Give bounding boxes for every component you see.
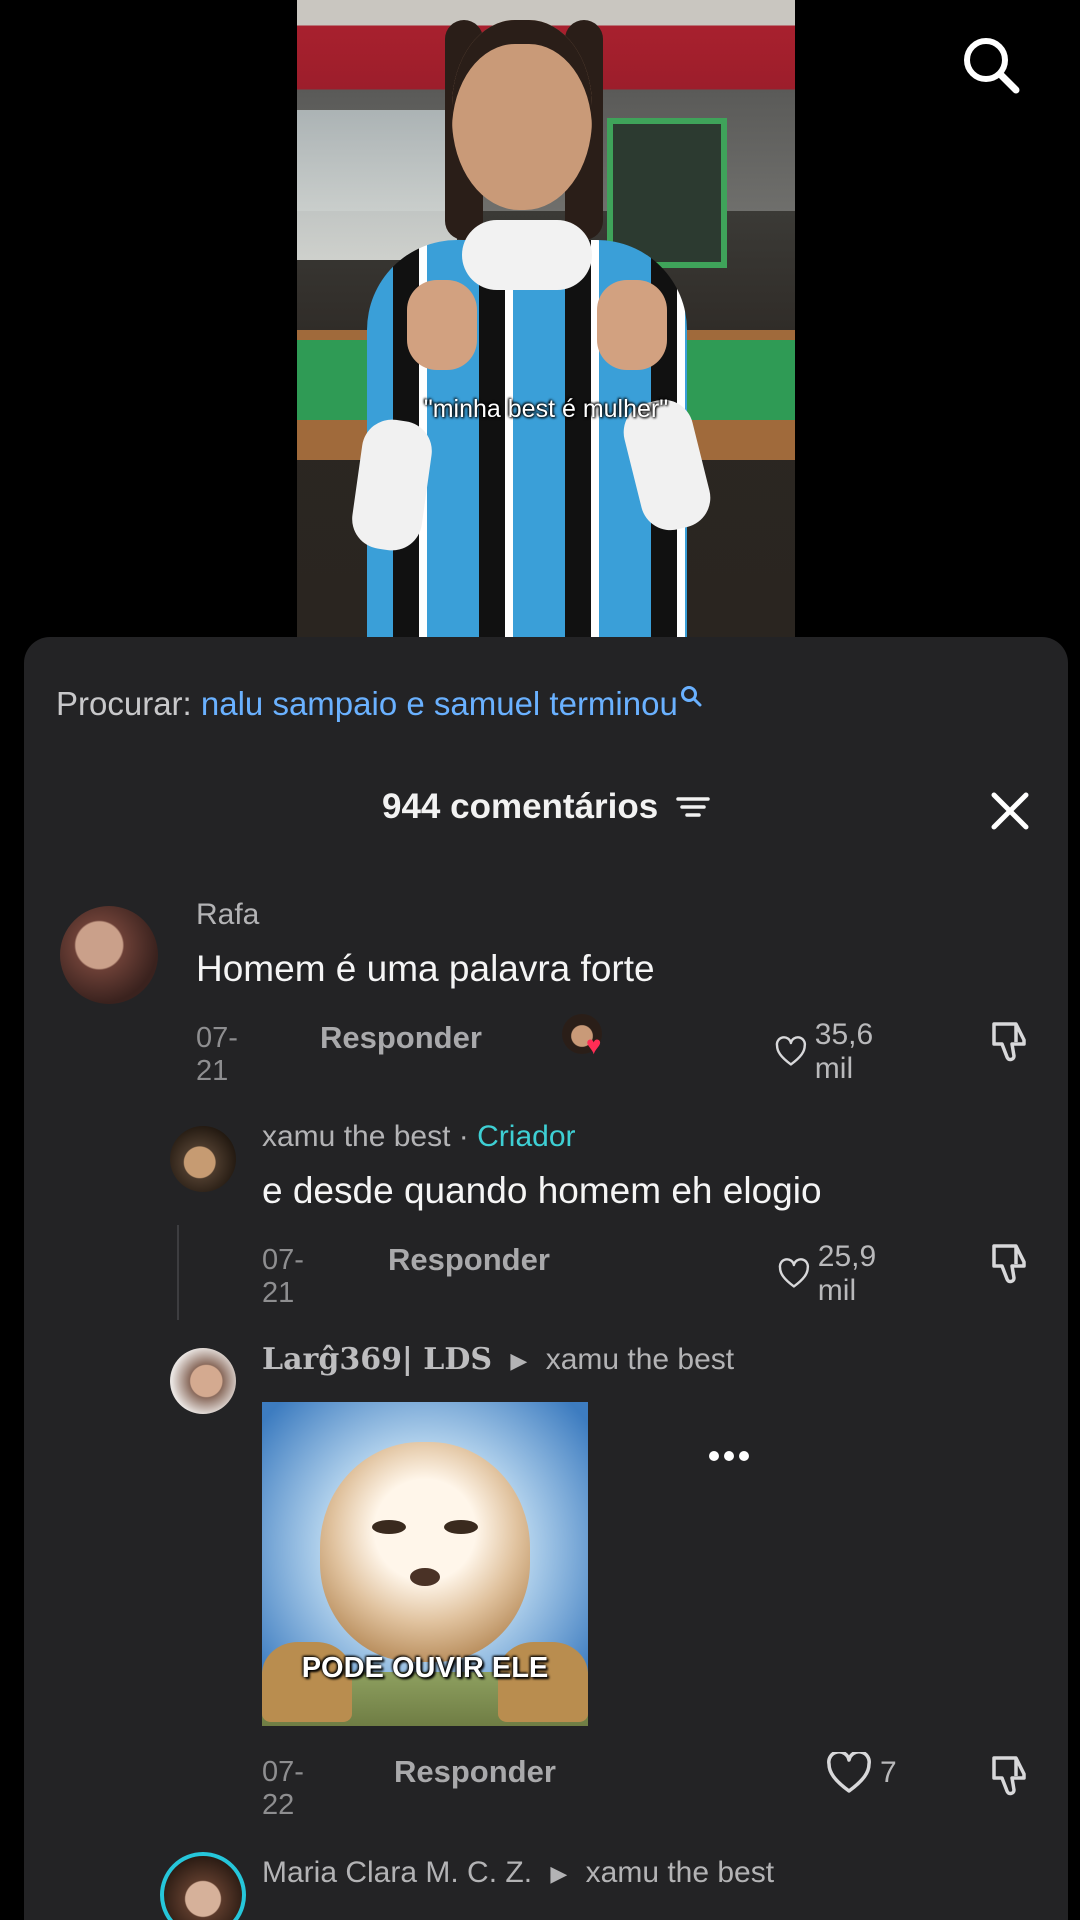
comment-text: Homem é uma palavra forte [196,948,655,989]
video-player[interactable]: "minha best é mulher" [0,0,1080,660]
comment-text: e desde quando homem eh elogio [262,1170,822,1211]
reply-button[interactable]: Responder [388,1242,550,1278]
comment-date: 07-22 [262,1756,304,1821]
search-icon[interactable] [958,32,1024,98]
video-person-fist-left [407,280,477,370]
video-background-window [297,110,457,260]
like-count: 7 [880,1756,897,1789]
heart-outline-icon [778,1258,810,1288]
video-person-collar [462,220,592,290]
reply-arrow-icon: ▶ [550,1861,568,1887]
reply-button[interactable]: Responder [320,1020,482,1056]
video-person-fist-right [597,280,667,370]
search-small-icon [680,686,702,707]
heart-icon: ♥ [586,1030,602,1060]
video-caption: "minha best é mulher" [423,395,669,423]
avatar[interactable] [170,1348,236,1414]
avatar[interactable] [60,906,158,1004]
comment-username[interactable]: Maria Clara M. C. Z. [262,1856,532,1889]
like-count: 35,6 mil [814,1018,874,1085]
comment-sticker[interactable]: PODE OUVIR ELE [262,1402,588,1726]
reply-thread-line [177,1225,179,1320]
search-suggestion-prefix: Procurar: [56,685,192,722]
close-icon[interactable] [986,787,1034,835]
reply-to-username[interactable]: xamu the best [546,1343,734,1376]
avatar[interactable] [170,1126,236,1192]
like-button[interactable]: 7 [826,1752,897,1794]
search-suggestion-query[interactable]: nalu sampaio e samuel terminou [201,685,678,722]
reply-arrow-icon: ▶ [510,1348,528,1374]
comment-date: 07-21 [196,1022,238,1087]
comment-date: 07-21 [262,1244,304,1309]
comment-count-header: 944 comentários [24,787,1068,829]
dislike-icon[interactable] [986,1752,1032,1798]
heart-outline-icon [775,1036,807,1066]
comment-username-row: Maria Clara M. C. Z. ▶ xamu the best [262,1856,774,1890]
comment-username[interactable]: Rafa [196,898,259,932]
creator-liked-badge: ♥ [562,1014,608,1060]
comment-username-row: xamu the best · Criador [262,1120,576,1154]
dislike-icon[interactable] [986,1018,1032,1064]
like-count: 25,9 mil [817,1240,877,1307]
reply-button[interactable]: Responder [394,1754,556,1790]
comment-count: 944 comentários [382,787,659,826]
reply-to-username[interactable]: xamu the best [586,1856,774,1889]
video-person-head [452,20,592,210]
comment-username[interactable]: Larĝ369| LDS [262,1342,492,1377]
comment-username[interactable]: xamu the best [262,1120,450,1153]
username-separator: · [458,1120,469,1153]
heart-outline-icon [827,1752,871,1793]
comments-sheet: Procurar: nalu sampaio e samuel terminou… [24,637,1068,1920]
sticker-dog-eye-right [444,1520,478,1534]
search-suggestion[interactable]: Procurar: nalu sampaio e samuel terminou [56,685,702,723]
sticker-dog-face [320,1442,530,1662]
sticker-caption: PODE OUVIR ELE [301,1652,549,1684]
like-button[interactable]: 35,6 mil [775,1018,887,1086]
creator-badge: Criador [477,1120,576,1153]
dislike-icon[interactable] [986,1240,1032,1286]
sticker-dog-eye-left [372,1520,406,1534]
like-button[interactable]: 25,9 mil [778,1240,890,1308]
comment-username-row: Larĝ369| LDS ▶ xamu the best [262,1342,734,1377]
filter-icon[interactable] [676,789,710,829]
more-options-icon[interactable] [706,1446,752,1466]
video-frame[interactable] [297,0,795,640]
sticker-dog-nose [410,1568,440,1586]
